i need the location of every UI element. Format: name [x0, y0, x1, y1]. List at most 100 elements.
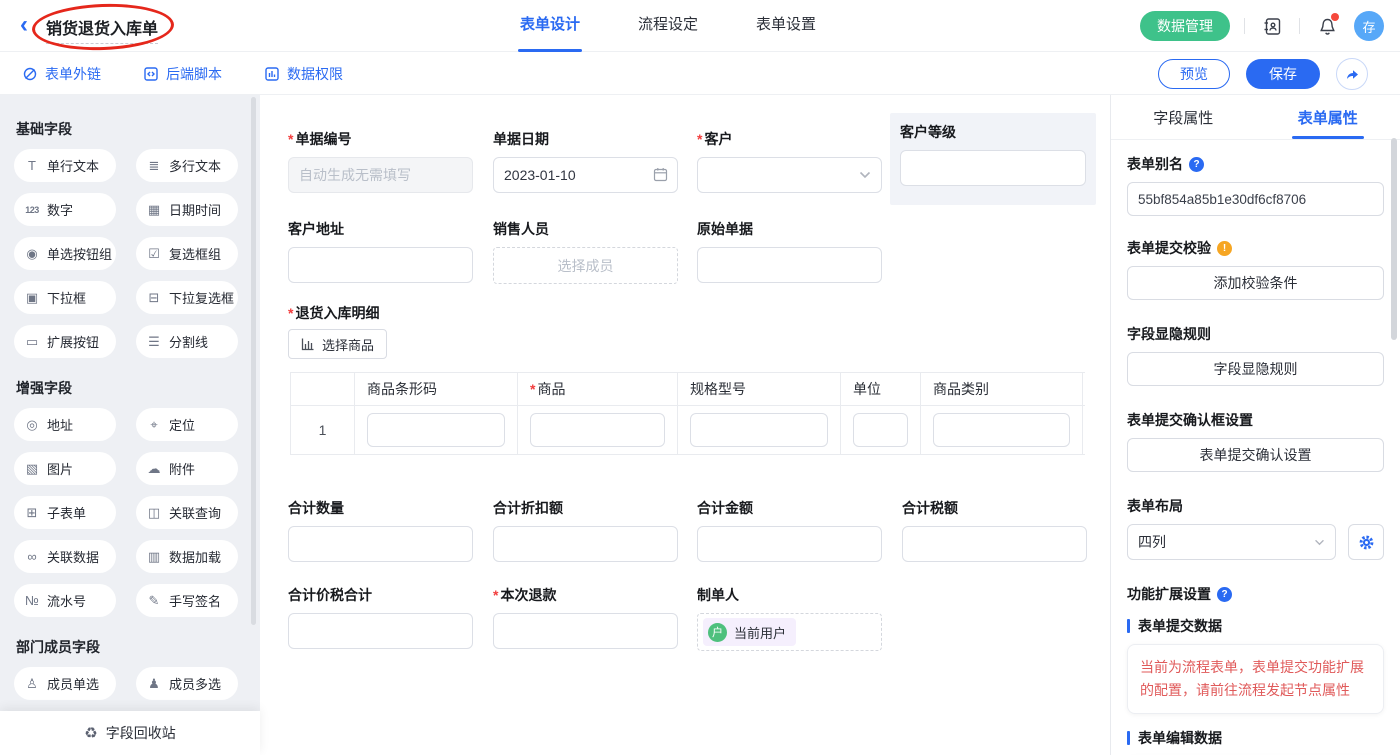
total-amount-input[interactable]: [697, 526, 882, 562]
col-header-more: [1083, 373, 1085, 405]
field-customer-address[interactable]: 客户地址: [288, 219, 473, 283]
data-manage-button[interactable]: 数据管理: [1140, 11, 1230, 41]
field-total-with-tax[interactable]: 合计价税合计: [288, 585, 473, 649]
form-external-link[interactable]: 表单外链: [22, 64, 101, 84]
warning-icon[interactable]: [1217, 241, 1232, 256]
confirm-dialog-button[interactable]: 表单提交确认设置: [1127, 438, 1384, 472]
field-doc-date[interactable]: 单据日期: [493, 129, 678, 193]
total-with-tax-input[interactable]: [288, 613, 473, 649]
category-input[interactable]: [933, 413, 1070, 447]
subform-icon: ⊞: [24, 505, 40, 521]
field-member-single[interactable]: ♙成员单选: [14, 667, 116, 700]
header: ‹ 销货退货入库单 表单设计 流程设定 表单设置 数据管理: [0, 0, 1400, 52]
field-total-amount[interactable]: 合计金额: [697, 498, 882, 562]
panel-scrollbar[interactable]: [1391, 138, 1397, 340]
field-creator[interactable]: 制单人 户 当前用户: [697, 585, 882, 651]
doc-date-input[interactable]: [493, 157, 678, 193]
form-alias-input[interactable]: [1127, 182, 1384, 216]
field-signature[interactable]: ✎手写签名: [136, 584, 238, 617]
field-total-tax[interactable]: 合计税额: [902, 498, 1087, 562]
field-multi-line-text[interactable]: ≣多行文本: [136, 149, 238, 182]
field-subform[interactable]: ⊞子表单: [14, 496, 116, 529]
customer-select[interactable]: [697, 157, 882, 193]
total-tax-input[interactable]: [902, 526, 1087, 562]
field-extend-button[interactable]: ▭扩展按钮: [14, 325, 116, 358]
field-total-qty[interactable]: 合计数量: [288, 498, 473, 562]
select-product-button[interactable]: 选择商品: [288, 329, 387, 359]
field-doc-no[interactable]: 单据编号: [288, 129, 473, 193]
help-icon[interactable]: [1217, 587, 1232, 602]
field-radio-group[interactable]: ◉单选按钮组: [14, 237, 116, 270]
field-customer[interactable]: 客户: [697, 129, 882, 193]
unit-input[interactable]: [853, 413, 908, 447]
refund-input[interactable]: [493, 613, 678, 649]
field-multi-select[interactable]: ⊟下拉复选框: [136, 281, 238, 314]
col-header-index: [291, 373, 355, 405]
sidebar-scrollbar[interactable]: [251, 97, 256, 625]
field-attachment[interactable]: ☁附件: [136, 452, 238, 485]
back-button[interactable]: ‹: [20, 11, 28, 39]
field-address[interactable]: ◎地址: [14, 408, 116, 441]
field-original-doc[interactable]: 原始单据: [697, 219, 882, 283]
number-icon: 123: [24, 205, 40, 215]
customer-address-input[interactable]: [288, 247, 473, 283]
field-datetime[interactable]: ▦日期时间: [136, 193, 238, 226]
field-customer-level-selected[interactable]: 客户等级: [890, 113, 1096, 205]
share-button[interactable]: [1336, 58, 1368, 90]
creator-picker[interactable]: 户 当前用户: [697, 613, 882, 651]
field-member-multi[interactable]: ♟成员多选: [136, 667, 238, 700]
field-data-load[interactable]: ▥数据加载: [136, 540, 238, 573]
tab-form-properties[interactable]: 表单属性: [1256, 95, 1400, 139]
field-divider[interactable]: ☰分割线: [136, 325, 238, 358]
checkbox-icon: ☑: [146, 246, 162, 262]
product-input[interactable]: [530, 413, 665, 447]
layout-settings-button[interactable]: [1348, 524, 1384, 560]
doc-no-input[interactable]: [288, 157, 473, 193]
people-icon: ♟: [146, 676, 162, 692]
pen-icon: ✎: [146, 593, 162, 609]
barcode-input[interactable]: [367, 413, 505, 447]
field-checkbox-group[interactable]: ☑复选框组: [136, 237, 238, 270]
field-number[interactable]: 123数字: [14, 193, 116, 226]
extension-settings-label: 功能扩展设置: [1127, 584, 1384, 604]
data-permission-link[interactable]: 数据权限: [264, 64, 343, 84]
field-relation-data[interactable]: ∞关联数据: [14, 540, 116, 573]
customer-level-input[interactable]: [900, 150, 1086, 186]
page-title[interactable]: 销货退货入库单: [46, 15, 158, 44]
help-icon[interactable]: [1189, 157, 1204, 172]
tab-form-design[interactable]: 表单设计: [520, 0, 580, 52]
chevron-down-icon: [859, 171, 871, 179]
add-validation-button[interactable]: 添加校验条件: [1127, 266, 1384, 300]
field-total-discount[interactable]: 合计折扣额: [493, 498, 678, 562]
field-serial-number[interactable]: №流水号: [14, 584, 116, 617]
avatar[interactable]: 存: [1354, 11, 1384, 41]
field-detail-subform[interactable]: 退货入库明细: [288, 303, 588, 331]
field-select[interactable]: ▣下拉框: [14, 281, 116, 314]
field-relation-query[interactable]: ◫关联查询: [136, 496, 238, 529]
field-sales-person[interactable]: 销售人员 选择成员: [493, 219, 678, 284]
save-button[interactable]: 保存: [1246, 59, 1320, 89]
original-doc-input[interactable]: [697, 247, 882, 283]
field-location[interactable]: ⌖定位: [136, 408, 238, 441]
field-image[interactable]: ▧图片: [14, 452, 116, 485]
contacts-icon[interactable]: [1259, 13, 1285, 39]
field-recycle-bin[interactable]: ♻ 字段回收站: [0, 711, 260, 755]
spec-input[interactable]: [690, 413, 828, 447]
total-discount-input[interactable]: [493, 526, 678, 562]
layout-select[interactable]: 四列: [1127, 524, 1336, 560]
total-qty-input[interactable]: [288, 526, 473, 562]
backend-script-link[interactable]: 后端脚本: [143, 64, 222, 84]
form-designer-app: ‹ 销货退货入库单 表单设计 流程设定 表单设置 数据管理: [0, 0, 1400, 755]
tab-field-properties[interactable]: 字段属性: [1111, 95, 1256, 139]
section-member-fields: 部门成员字段: [16, 637, 238, 657]
field-refund[interactable]: 本次退款: [493, 585, 678, 649]
preview-button[interactable]: 预览: [1158, 59, 1230, 89]
divider-icon: ☰: [146, 334, 162, 350]
form-alias-label: 表单别名: [1127, 154, 1384, 174]
notification-bell-icon[interactable]: [1314, 13, 1340, 39]
visibility-rules-button[interactable]: 字段显隐规则: [1127, 352, 1384, 386]
tab-flow-setting[interactable]: 流程设定: [638, 0, 698, 52]
select-member-picker[interactable]: 选择成员: [493, 247, 678, 284]
tab-form-setting[interactable]: 表单设置: [756, 0, 816, 52]
field-single-line-text[interactable]: T单行文本: [14, 149, 116, 182]
